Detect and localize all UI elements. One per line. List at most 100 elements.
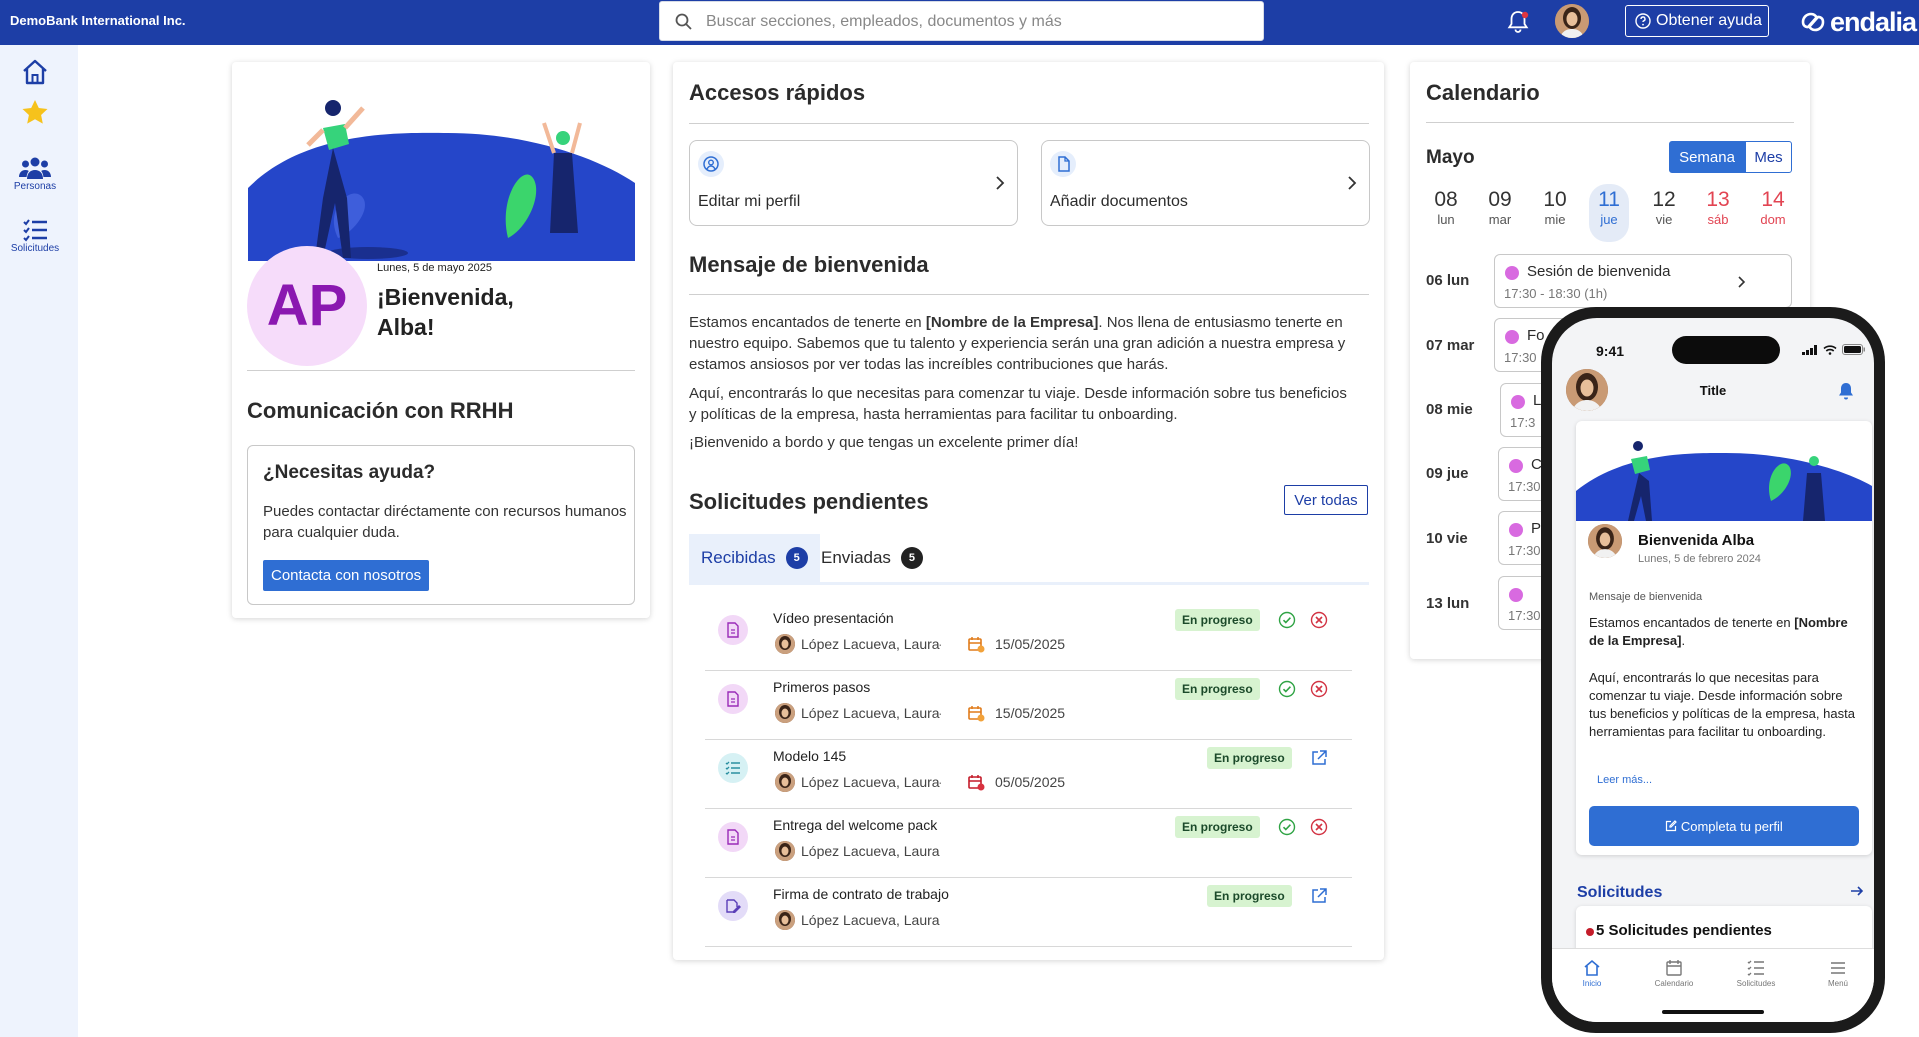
request-title: Entrega del welcome pack: [773, 817, 938, 833]
calendar-day[interactable]: 08 lun: [1426, 188, 1466, 227]
status-dot: [1586, 928, 1594, 936]
calendar-day-today[interactable]: 11 jue: [1589, 184, 1629, 242]
sidebar-item-label: Personas: [13, 181, 57, 192]
request-row[interactable]: Primeros pasos López Lacueva, Laura · 15…: [705, 671, 1352, 740]
read-more-link[interactable]: Leer más...: [1597, 774, 1652, 786]
tab-underline: [689, 582, 1369, 585]
nav-label: Calendario: [1654, 979, 1694, 988]
person-avatar: [775, 634, 795, 654]
nav-item-menu[interactable]: Menú: [1806, 959, 1870, 988]
nav-item-calendario[interactable]: Calendario: [1642, 959, 1706, 988]
open-external-icon[interactable]: [1310, 749, 1328, 767]
quick-access-label: Editar mi perfil: [698, 193, 801, 210]
request-person: López Lacueva, Laura: [801, 912, 940, 928]
welcome-message-paragraph-3: ¡Bienvenido a bordo y que tengas un exce…: [689, 434, 1079, 451]
request-row[interactable]: Vídeo presentación López Lacueva, Laura …: [705, 602, 1352, 671]
request-row[interactable]: Modelo 145 López Lacueva, Laura · 05/05/…: [705, 740, 1352, 809]
tab-recibidas[interactable]: Recibidas 5: [689, 534, 820, 582]
notification-bell-icon[interactable]: [1505, 9, 1531, 35]
divider: [247, 370, 635, 371]
nav-item-inicio[interactable]: Inicio: [1560, 959, 1624, 988]
event-title: Sesión de bienvenida: [1527, 263, 1671, 280]
request-row[interactable]: Firma de contrato de trabajo López Lacue…: [705, 878, 1352, 947]
calendar-icon: [1666, 960, 1682, 976]
view-all-button[interactable]: Ver todas: [1284, 485, 1368, 515]
day-number: 08: [1434, 188, 1458, 211]
person-avatar: [775, 910, 795, 930]
approve-icon[interactable]: [1278, 611, 1296, 629]
welcome-card: AP Lunes, 5 de mayo 2025 ¡Bienvenida, Al…: [232, 62, 650, 618]
endalia-logo: endalia: [1800, 6, 1917, 38]
day-number: 13: [1706, 188, 1730, 211]
reject-icon[interactable]: [1310, 611, 1328, 629]
calendar-warning-icon: [968, 706, 985, 722]
top-bar: DemoBank International Inc. Obtener ayud…: [0, 0, 1919, 45]
nav-item-solicitudes[interactable]: Solicitudes: [1724, 959, 1788, 988]
search-box[interactable]: [659, 1, 1264, 41]
phone-bell-icon[interactable]: [1838, 382, 1854, 400]
calendar-day[interactable]: 09 mar: [1480, 188, 1520, 227]
calendar-day[interactable]: 10 mie: [1535, 188, 1575, 227]
phone-message-paragraph-1: Estamos encantados de tenerte en [Nombre…: [1589, 614, 1861, 650]
view-month-button[interactable]: Mes: [1745, 141, 1792, 173]
user-circle-icon: [698, 151, 724, 177]
request-person: López Lacueva, Laura: [801, 774, 940, 790]
phone-status-icons: [1802, 344, 1866, 355]
phone-requests-title[interactable]: Solicitudes: [1577, 884, 1662, 902]
calendar-day-weekend[interactable]: 13 sáb: [1698, 188, 1738, 227]
contact-us-button[interactable]: Contacta con nosotros: [263, 560, 430, 591]
day-number: 12: [1652, 188, 1676, 211]
event-day-label: 13 lun: [1426, 595, 1470, 612]
tab-enviadas[interactable]: Enviadas 5: [809, 534, 935, 582]
sidebar-item-personas[interactable]: Personas: [0, 155, 70, 192]
arrow-right-icon[interactable]: [1850, 884, 1864, 898]
quick-access-edit-profile[interactable]: Editar mi perfil: [689, 140, 1018, 226]
reject-icon[interactable]: [1310, 818, 1328, 836]
phone-welcome-name: Bienvenida Alba: [1638, 532, 1755, 549]
sidebar-item-home[interactable]: [0, 58, 70, 86]
help-icon: [1635, 13, 1651, 29]
quick-access-add-documents[interactable]: Añadir documentos: [1041, 140, 1370, 226]
phone-welcome-date: Lunes, 5 de febrero 2024: [1638, 553, 1761, 565]
sidebar-item-favorites[interactable]: [0, 98, 70, 126]
user-avatar[interactable]: [1555, 4, 1589, 38]
people-icon: [19, 157, 51, 179]
approve-icon[interactable]: [1278, 680, 1296, 698]
welcome-message-title: Mensaje de bienvenida: [689, 252, 929, 277]
complete-profile-button[interactable]: Completa tu perfil: [1589, 806, 1859, 846]
reject-icon[interactable]: [1310, 680, 1328, 698]
divider: [689, 294, 1369, 295]
checklist-icon: [718, 753, 748, 783]
quick-access-title: Accesos rápidos: [689, 80, 866, 105]
calendar-day-weekend[interactable]: 14 dom: [1753, 188, 1793, 227]
signal-icon: [1802, 344, 1817, 355]
request-person: López Lacueva, Laura: [801, 705, 940, 721]
complete-profile-label: Completa tu perfil: [1680, 818, 1783, 834]
day-name: dom: [1760, 212, 1786, 227]
day-name: vie: [1655, 212, 1673, 227]
sidebar-item-solicitudes[interactable]: Solicitudes: [0, 217, 70, 254]
day-number: 09: [1488, 188, 1512, 211]
event-time: 17:30: [1508, 543, 1541, 558]
phone-welcome-illustration: [1576, 421, 1872, 521]
view-week-button[interactable]: Semana: [1669, 141, 1745, 173]
calendar-day[interactable]: 12 vie: [1644, 188, 1684, 227]
help-body: Puedes contactar diréctamente con recurs…: [263, 503, 627, 541]
message-text: .: [1681, 633, 1686, 648]
day-number: 10: [1543, 188, 1567, 211]
event-time: 17:30: [1508, 608, 1541, 623]
get-help-button[interactable]: Obtener ayuda: [1625, 5, 1769, 37]
battery-icon: [1842, 344, 1865, 355]
approve-icon[interactable]: [1278, 818, 1296, 836]
calendar-title: Calendario: [1426, 80, 1540, 105]
request-row[interactable]: Entrega del welcome pack López Lacueva, …: [705, 809, 1352, 878]
open-external-icon[interactable]: [1310, 887, 1328, 905]
user-initials-avatar: AP: [247, 246, 367, 366]
chevron-right-icon: [1738, 276, 1746, 288]
day-name: mar: [1488, 212, 1512, 227]
help-box: ¿Necesitas ayuda? Puedes contactar diréc…: [247, 445, 635, 605]
event-time: 17:3: [1510, 415, 1536, 430]
calendar-event[interactable]: Sesión de bienvenida 17:30 - 18:30 (1h): [1494, 254, 1792, 308]
event-title: Fo: [1527, 327, 1545, 344]
search-input[interactable]: [706, 11, 1246, 33]
